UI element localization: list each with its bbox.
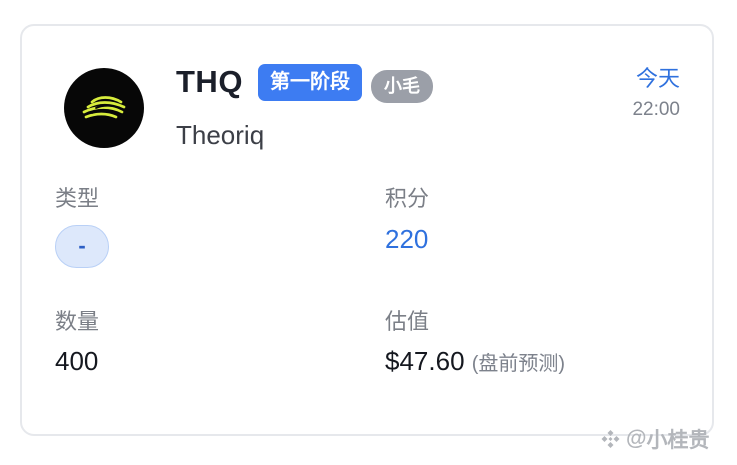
watermark-author: 小桂贵 — [646, 429, 710, 452]
points-value: 220 — [385, 224, 429, 254]
date-label: 今天 — [635, 66, 680, 91]
points-label: 积分 — [385, 186, 430, 211]
airdrop-card: THQ 第一阶段 小毛 Theoriq 今天 22:00 类型 - 积分 220… — [20, 24, 714, 436]
type-label: 类型 — [55, 186, 100, 211]
phase-badge: 第一阶段 — [258, 64, 362, 101]
quantity-value: 400 — [55, 346, 99, 376]
valuation-note: (盘前预测) — [471, 353, 566, 375]
valuation-amount: $47.60 — [385, 346, 465, 376]
striped-logo-mark — [82, 96, 126, 119]
theoriq-logo-icon — [64, 68, 144, 148]
author-badge: 小毛 — [371, 70, 433, 103]
binance-logo-icon — [601, 430, 620, 448]
time-label: 22:00 — [632, 99, 680, 120]
watermark: @ 小桂贵 — [598, 424, 734, 454]
valuation-value: $47.60 (盘前预测) — [385, 346, 565, 377]
project-ticker: THQ — [176, 64, 243, 99]
valuation-label: 估值 — [385, 309, 430, 334]
type-pill: - — [55, 225, 109, 268]
watermark-separator: @ — [626, 427, 647, 450]
project-name: Theoriq — [176, 120, 265, 150]
quantity-label: 数量 — [55, 309, 100, 334]
